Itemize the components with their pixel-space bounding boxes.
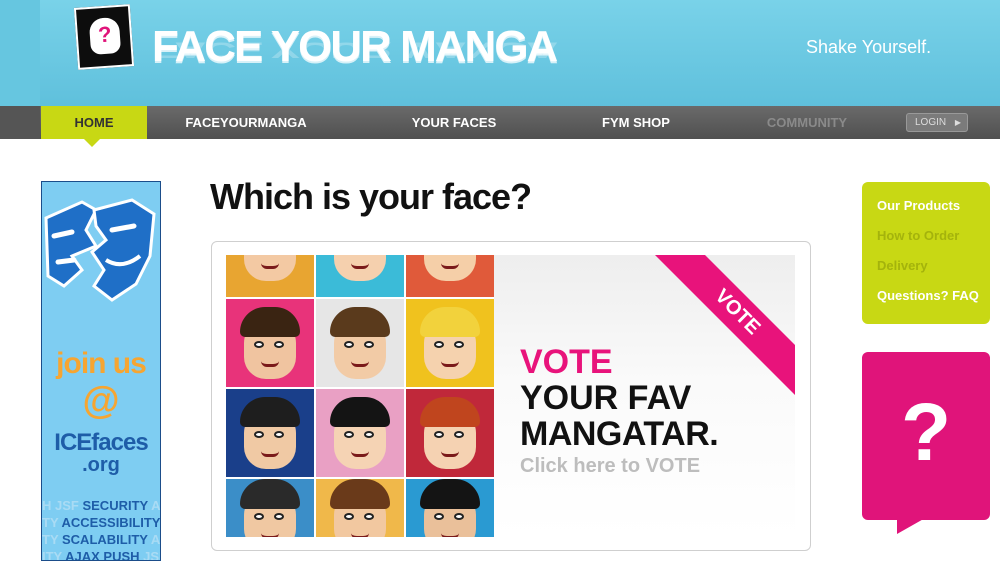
ad-feature-line: H JSF SECURITY ACC [42, 498, 160, 513]
avatar-hair [420, 397, 480, 427]
avatar-face [244, 255, 296, 281]
avatar-eye [434, 431, 444, 438]
avatar-hair [330, 479, 390, 509]
avatar-eye [254, 341, 264, 348]
avatar-eye [274, 341, 284, 348]
sidebar-link-how-to-order[interactable]: How to Order [877, 228, 990, 258]
avatar-eye [454, 431, 464, 438]
vote-subheadline: YOUR FAV [520, 379, 692, 417]
avatar-hair [240, 397, 300, 427]
ad-feature-line: TY SCALABILITY AJ [42, 532, 160, 547]
avatar-thumbnail[interactable] [406, 479, 494, 537]
vote-subheadline-2: MANGATAR. [520, 415, 719, 453]
login-button[interactable]: LOGIN ▶ [906, 113, 968, 132]
avatar-hair [240, 479, 300, 509]
nav-item-community[interactable]: COMMUNITY [750, 106, 864, 139]
avatar-thumbnail[interactable] [226, 389, 314, 477]
avatar-thumbnail[interactable] [226, 255, 314, 297]
avatar-eye [454, 513, 464, 520]
avatar-hair [330, 307, 390, 337]
logo-face-icon: ? [88, 16, 122, 55]
avatar-thumbnail[interactable] [406, 299, 494, 387]
nav-item-home[interactable]: HOME [41, 106, 147, 139]
vote-headline: VOTE [520, 343, 613, 381]
avatar-eye [254, 513, 264, 520]
avatar-mouth [261, 263, 279, 269]
avatar-hair [240, 307, 300, 337]
question-mark-icon: ? [900, 387, 952, 478]
ad-join-text: join us [56, 347, 147, 380]
avatar-eye [454, 341, 464, 348]
ad-feature-line: TY ACCESSIBILITY SC [42, 515, 160, 530]
speech-bubble-tail [897, 517, 927, 534]
avatar-mouth [351, 533, 369, 537]
avatar-thumbnail[interactable] [226, 479, 314, 537]
avatar-mouth [261, 533, 279, 537]
avatar-mouth [261, 451, 279, 457]
sidebar-menu: Our Products How to Order Delivery Quest… [862, 182, 990, 324]
avatar-face [334, 255, 386, 281]
avatar-eye [344, 341, 354, 348]
avatar-grid [226, 255, 494, 537]
avatar-mouth [351, 451, 369, 457]
avatar-mouth [441, 361, 459, 367]
avatar-mouth [441, 263, 459, 269]
avatar-eye [364, 431, 374, 438]
avatar-thumbnail[interactable] [406, 389, 494, 477]
logo-reflection: FACE YOUR MANGA [152, 37, 557, 63]
vote-cta-link[interactable]: Click here to VOTE [520, 455, 700, 478]
avatar-mouth [351, 263, 369, 269]
avatar-thumbnail[interactable] [316, 299, 404, 387]
avatar-eye [274, 431, 284, 438]
login-label: LOGIN [915, 117, 947, 128]
vote-banner-link[interactable]: VOTE VOTE YOUR FAV MANGATAR. Click here … [494, 255, 795, 537]
nav-item-your-faces[interactable]: YOUR FACES [390, 106, 518, 139]
avatar-hair [330, 397, 390, 427]
ad-brand-text: ICEfaces [54, 429, 148, 456]
avatar-mouth [351, 361, 369, 367]
avatar-eye [344, 513, 354, 520]
icefaces-logo-icon [44, 198, 156, 302]
active-nav-indicator [84, 139, 100, 147]
avatar-eye [254, 431, 264, 438]
ad-domain-text: .org [82, 454, 120, 476]
avatar-mouth [441, 451, 459, 457]
avatar-eye [364, 341, 374, 348]
avatar-thumbnail[interactable] [226, 299, 314, 387]
avatar-mouth [441, 533, 459, 537]
sidebar-link-delivery[interactable]: Delivery [877, 258, 990, 288]
avatar-eye [344, 431, 354, 438]
tagline: Shake Yourself. [806, 37, 932, 57]
ad-at-symbol: @ [82, 380, 120, 422]
avatar-eye [434, 513, 444, 520]
play-arrow-icon: ▶ [954, 118, 961, 127]
logo-icon[interactable]: ? [73, 4, 135, 70]
nav-item-faceyourmanga[interactable]: FACEYOURMANGA [170, 106, 322, 139]
avatar-eye [434, 341, 444, 348]
icefaces-ad-banner[interactable]: join us @ ICEfaces .org H JSF SECURITY A… [41, 181, 161, 561]
nav-item-fym-shop[interactable]: FYM SHOP [580, 106, 692, 139]
avatar-hair [420, 307, 480, 337]
avatar-thumbnail[interactable] [316, 479, 404, 537]
avatar-eye [274, 513, 284, 520]
avatar-thumbnail[interactable] [316, 255, 404, 297]
ad-feature-line: ITY AJAX PUSH JSF [42, 549, 160, 561]
sidebar-link-our-products[interactable]: Our Products [877, 198, 990, 228]
avatar-face [424, 255, 476, 281]
avatar-thumbnail[interactable] [406, 255, 494, 297]
page-title: Which is your face? [210, 176, 532, 217]
avatar-mouth [261, 361, 279, 367]
sidebar-link-faq[interactable]: Questions? FAQ [877, 288, 990, 318]
avatar-eye [364, 513, 374, 520]
avatar-hair [420, 479, 480, 509]
avatar-thumbnail[interactable] [316, 389, 404, 477]
